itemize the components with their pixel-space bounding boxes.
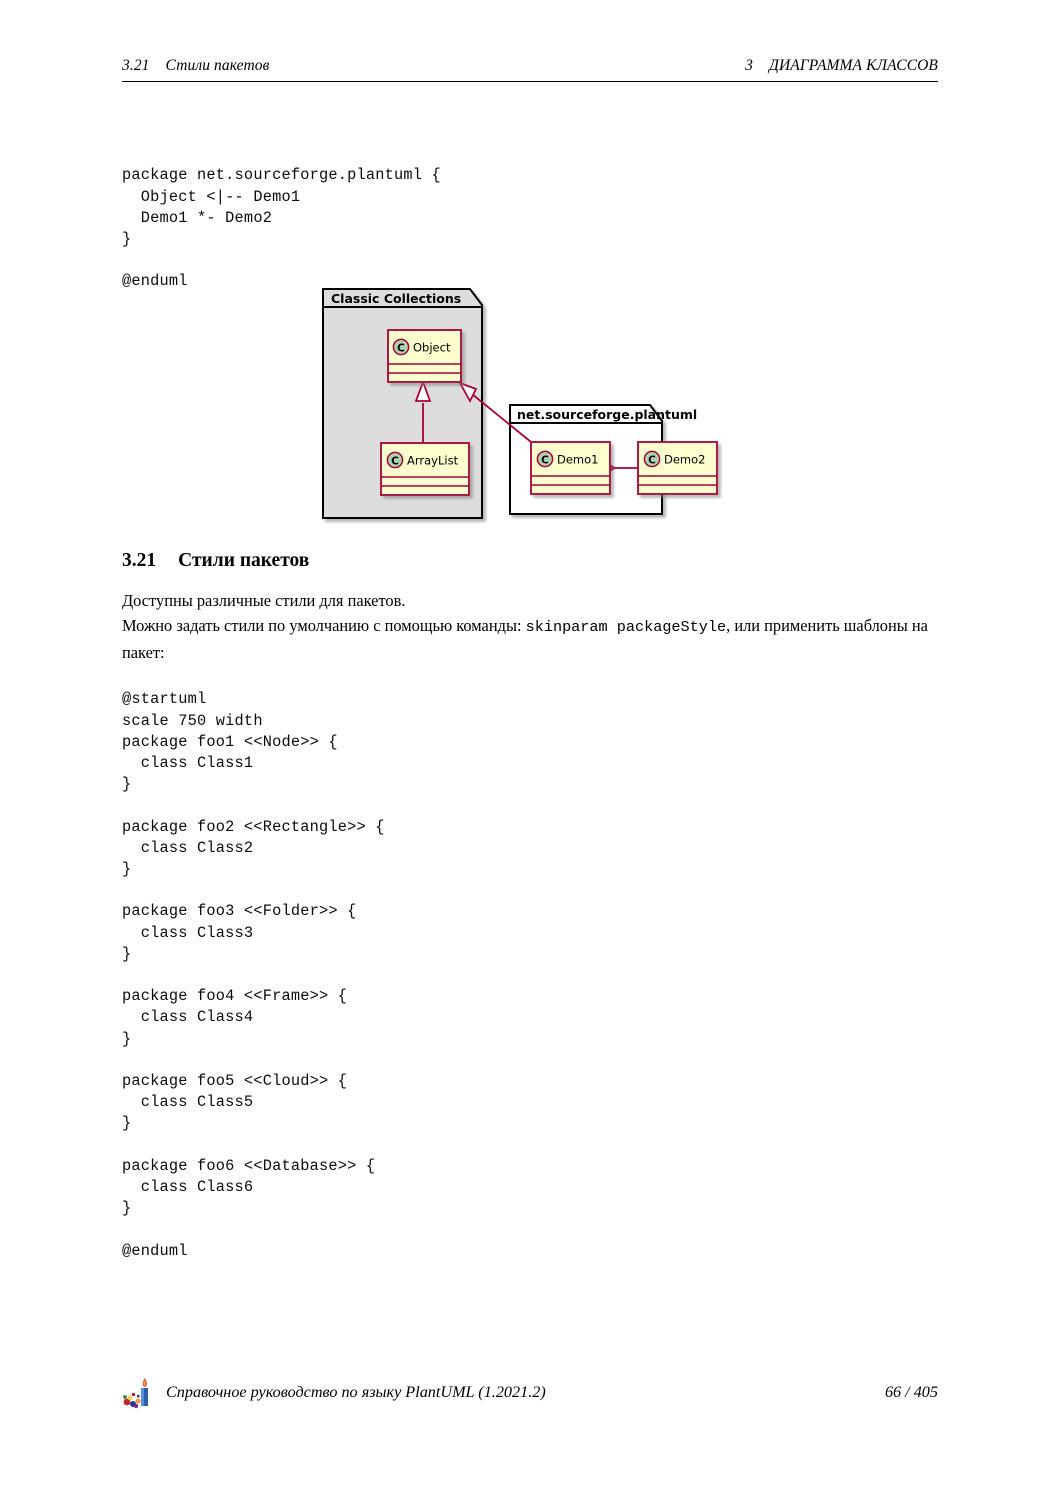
paragraph-skinparam: Можно задать стили по умолчанию с помощь… [122,613,950,665]
package-label-net-sourceforge-plantuml: net.sourceforge.plantuml [517,407,697,422]
class-name-object: Object [413,341,451,355]
class-stereotype-letter-object: C [397,343,405,355]
footer-page-number: 66 / 405 [884,1382,938,1401]
package-label-classic-collections: Classic Collections [331,291,461,306]
class-name-arraylist: ArrayList [407,454,459,468]
code-block-main: @startuml scale 750 width package foo1 <… [122,690,385,1260]
paragraph-intro: Доступны различные стили для пакетов. [122,591,406,610]
header-chapter-number: 3 [745,57,753,74]
section-heading: 3.21 Стили пакетов [122,550,309,572]
uml-class-diagram: Classic Collections net.sourceforge.plan… [320,286,750,526]
code-block-top: package net.sourceforge.plantuml { Objec… [122,166,441,291]
class-box-demo2 [637,441,718,495]
class-name-demo2: Demo2 [664,453,706,467]
header-chapter-title: ДИАГРАММА КЛАССОВ [769,57,938,74]
class-box-demo1 [530,441,611,495]
class-stereotype-letter-demo1: C [541,455,549,467]
inline-code-skinparam-packagestyle: skinparam packageStyle [525,618,727,636]
section-title: Стили пакетов [178,550,310,571]
header-divider [122,81,938,83]
plantuml-logo-icon [122,1375,154,1409]
class-stereotype-letter-demo2: C [648,455,656,467]
class-name-demo1: Demo1 [557,453,599,467]
class-stereotype-letter-arraylist: C [391,456,399,468]
page-footer: Справочное руководство по языку PlantUML… [122,1375,938,1409]
header-left: 3.21 Стили пакетов [122,57,269,75]
header-section-number: 3.21 [122,57,150,74]
paragraph-skinparam-before: Можно задать стили по умолчанию с помощь… [122,616,526,635]
class-box-object [387,329,462,383]
section-number: 3.21 [122,550,157,571]
class-box-arraylist [380,442,470,496]
header-right: 3 ДИАГРАММА КЛАССОВ [745,57,938,75]
page-running-header: 3.21 Стили пакетов 3 ДИАГРАММА КЛАССОВ [122,57,938,75]
document-page: 3.21 Стили пакетов 3 ДИАГРАММА КЛАССОВ p… [0,0,1060,1500]
header-section-title: Стили пакетов [165,57,270,74]
footer-title: Справочное руководство по языку PlantUML… [166,1382,546,1401]
